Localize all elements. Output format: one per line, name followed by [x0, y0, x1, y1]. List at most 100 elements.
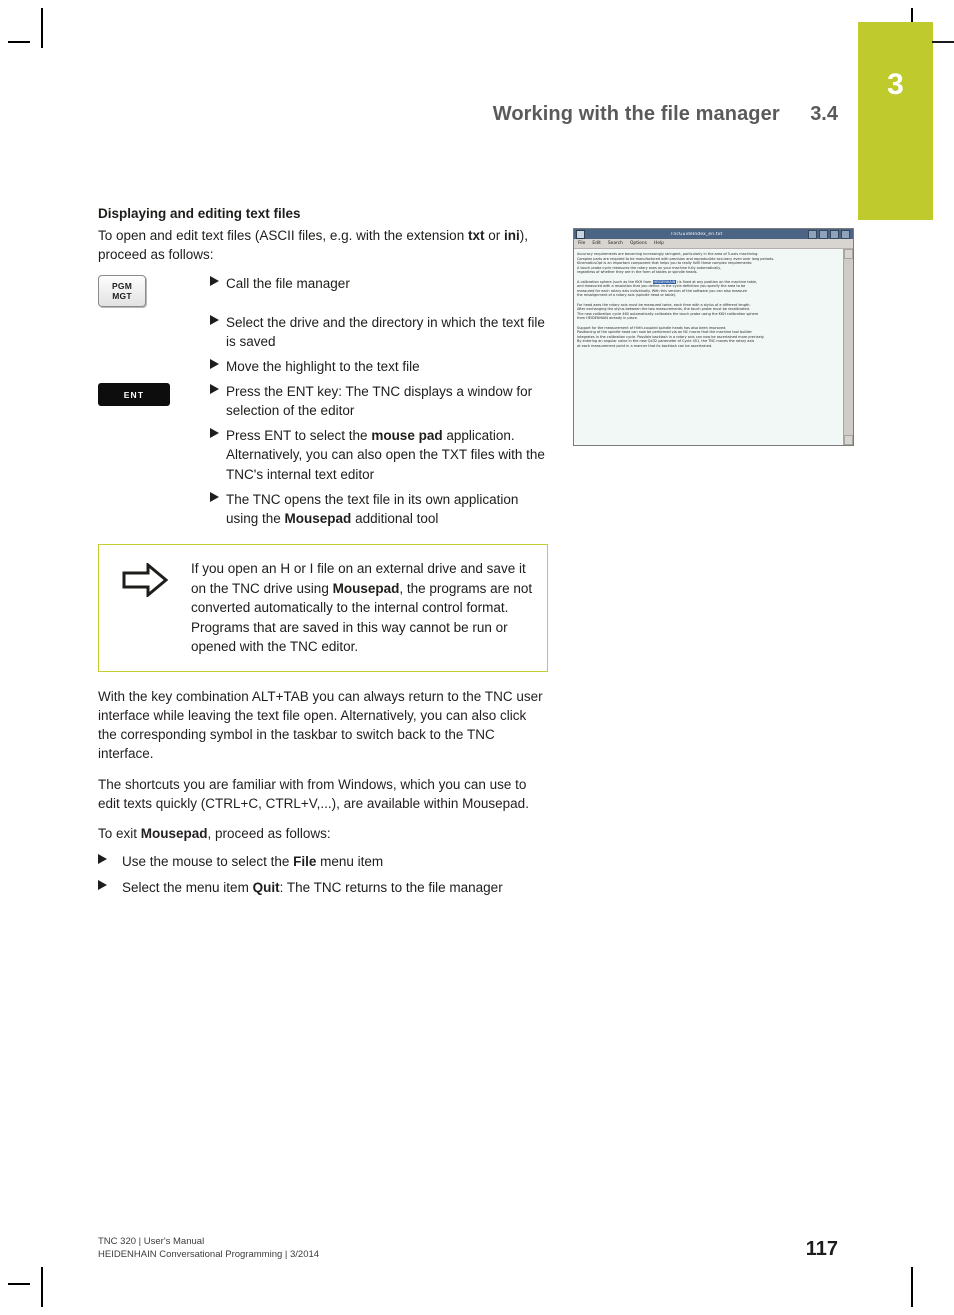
key-column [98, 313, 210, 314]
intro-text-a: To open and edit text files (ASCII files… [98, 228, 468, 244]
closing-text-block: With the key combination ALT+TAB you can… [98, 687, 548, 897]
window-controls [808, 229, 851, 239]
screenshot-text-area[interactable]: Accuracy requirements are becoming incre… [574, 249, 843, 445]
triangle-bullet-icon [210, 274, 226, 286]
procedure-step-text: The TNC opens the text file in its own a… [226, 491, 519, 526]
triangle-bullet-icon [210, 490, 226, 502]
paragraph-exit: To exit Mousepad, proceed as follows: [98, 824, 548, 843]
key-column: ENT [98, 382, 210, 406]
pgm-mgt-key-line1: PGM [112, 280, 132, 291]
crop-mark-top-left-vertical [41, 8, 43, 48]
procedure-step-text: Select the drive and the directory in wh… [226, 314, 545, 349]
intro-ext-ini: ini [503, 228, 520, 244]
screenshot-scrollbar[interactable] [843, 249, 853, 445]
footer-line-1: TNC 320 | User's Manual [98, 1236, 205, 1247]
exit-step-0-b: File [293, 854, 317, 869]
exit-step-list: Use the mouse to select the File menu it… [98, 852, 548, 897]
exit-step-0-a: Use the mouse to select the [122, 854, 294, 869]
procedure-step: The TNC opens the text file in its own a… [98, 490, 548, 528]
triangle-bullet-icon [210, 313, 226, 325]
menu-item-edit[interactable]: Edit [592, 241, 601, 246]
mousepad-screenshot: TncGuideIndex_en.txt File Edit Search Op… [573, 228, 854, 446]
intro-ext-txt: txt [467, 228, 485, 244]
key-column [98, 426, 210, 427]
exit-step: Select the menu item Quit: The TNC retur… [98, 878, 548, 897]
procedure-step-text: Press ENT to select the mouse pad applic… [226, 428, 545, 482]
page-header: Working with the file manager 3.4 [0, 103, 838, 126]
close-icon[interactable] [841, 229, 850, 239]
exit-text-a: To exit [98, 825, 141, 841]
exit-mousepad-bold: Mousepad [140, 825, 208, 841]
footer-imprint: TNC 320 | User's Manual HEIDENHAIN Conve… [98, 1235, 319, 1261]
crop-mark-top-left-horizontal [8, 41, 30, 43]
page-number: 117 [805, 1238, 838, 1260]
figure-column: TncGuideIndex_en.txt File Edit Search Op… [573, 228, 854, 446]
footer-line-2: HEIDENHAIN Conversational Programming | … [98, 1249, 320, 1260]
procedure-step-text: Call the file manager [226, 275, 350, 291]
screenshot-menu-bar: File Edit Search Options Help [574, 239, 853, 249]
exit-step-1-c: : The TNC returns to the file manager [279, 880, 503, 896]
key-column: PGM MGT [98, 274, 210, 307]
note-box: If you open an H or I file on an externa… [98, 544, 548, 672]
exit-step-text: Use the mouse to select the File menu it… [122, 852, 383, 871]
menu-item-options[interactable]: Options [630, 241, 647, 246]
key-column [98, 357, 210, 358]
mouse-pad-bold: mouse pad [371, 428, 443, 444]
paragraph-alt-tab: With the key combination ALT+TAB you can… [98, 688, 543, 762]
intro-text-b: or [488, 228, 504, 244]
screenshot-body: Accuracy requirements are becoming incre… [574, 249, 853, 445]
procedure-step: Select the drive and the directory in wh… [98, 313, 548, 351]
procedure-step: Press ENT to select the mouse pad applic… [98, 426, 548, 483]
crop-mark-bottom-right-vertical [911, 1267, 913, 1307]
exit-step: Use the mouse to select the File menu it… [98, 852, 548, 871]
ent-key-label: ENT [123, 389, 145, 400]
key-column [98, 490, 210, 491]
page-title: Working with the file manager [492, 103, 780, 125]
note-arrow-icon [99, 559, 191, 598]
chapter-tab: 3 [858, 22, 933, 220]
chapter-tab-rule [932, 41, 954, 43]
crop-mark-bottom-left-horizontal [8, 1283, 30, 1285]
app-icon [576, 229, 585, 239]
triangle-bullet-icon [210, 382, 226, 394]
mousepad-bold: Mousepad [284, 510, 352, 526]
exit-text-c: , proceed as follows: [207, 825, 331, 841]
section-heading: Displaying and editing text files [98, 206, 301, 221]
triangle-bullet-icon [98, 852, 122, 864]
procedure-step: Move the highlight to the text file [98, 357, 548, 376]
section-number: 3.4 [810, 103, 838, 125]
crop-mark-bottom-left-vertical [41, 1267, 43, 1307]
exit-step-0-c: menu item [316, 854, 384, 869]
ent-key-icon[interactable]: ENT [98, 383, 170, 406]
exit-step-1-b: Quit [252, 880, 280, 896]
scroll-down-arrow-icon[interactable] [844, 435, 853, 445]
procedure-step-text: Move the highlight to the text file [226, 358, 420, 374]
restore-icon[interactable] [830, 229, 839, 239]
main-text-column: Displaying and editing text files To ope… [98, 205, 548, 904]
screenshot-text-line: at each measurement point in a manner th… [577, 343, 713, 348]
note-mousepad-bold: Mousepad [332, 580, 400, 596]
menu-item-help[interactable]: Help [654, 241, 664, 246]
menu-item-file[interactable]: File [578, 241, 585, 246]
scroll-up-arrow-icon[interactable] [844, 249, 853, 259]
pgm-mgt-key-icon[interactable]: PGM MGT [98, 274, 146, 307]
note-text: If you open an H or I file on an externa… [191, 561, 533, 655]
procedure-step: ENT Press the ENT key: The TNC displays … [98, 382, 548, 420]
screenshot-title-bar: TncGuideIndex_en.txt [574, 229, 853, 239]
screenshot-window-title: TncGuideIndex_en.txt [670, 231, 723, 237]
triangle-bullet-icon [210, 357, 226, 369]
exit-step-1-a: Select the menu item [122, 880, 253, 896]
screenshot-selected-text: HEIDENHAIN [652, 279, 677, 284]
procedure-step-text: Press the ENT key: The TNC displays a wi… [226, 384, 533, 419]
chapter-number: 3 [887, 68, 904, 101]
exit-step-text: Select the menu item Quit: The TNC retur… [122, 878, 503, 897]
intro-paragraph: To open and edit text files (ASCII files… [98, 226, 548, 264]
page-footer: TNC 320 | User's Manual HEIDENHAIN Conve… [98, 1235, 838, 1261]
menu-item-search[interactable]: Search [608, 241, 623, 246]
triangle-bullet-icon [98, 878, 122, 891]
triangle-bullet-icon [210, 426, 226, 439]
procedure-step-list: PGM MGT Call the file manager Select the… [98, 274, 548, 529]
paragraph-shortcuts: The shortcuts you are familiar with from… [98, 776, 529, 811]
maximize-icon[interactable] [819, 229, 828, 239]
minimize-icon[interactable] [808, 229, 817, 239]
